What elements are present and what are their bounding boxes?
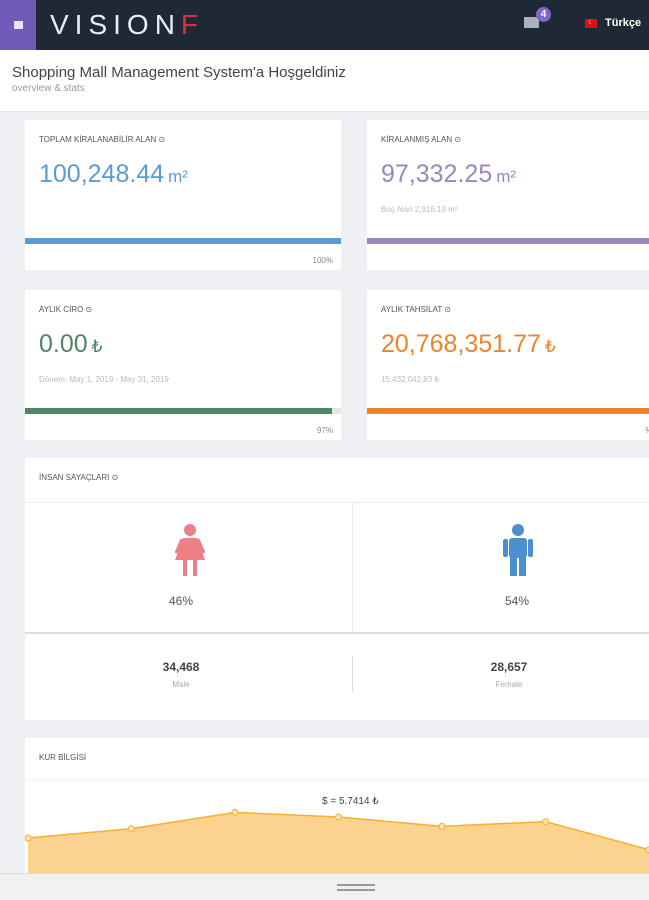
progress-percent: % 1 — [645, 426, 649, 435]
card-label: AYLIK TAHSİLAT ⊙ — [381, 305, 451, 314]
card-subtext: Boş Alan 2,916.19 m² — [381, 205, 458, 214]
chart-point[interactable] — [335, 813, 342, 821]
progress-fill — [25, 238, 341, 244]
value-unit: m² — [168, 167, 188, 186]
male-count: 34,468 — [162, 660, 200, 674]
card-label: AYLIK CİRO ⊙ — [39, 305, 93, 314]
progress-bar — [25, 238, 341, 244]
chart-point[interactable] — [25, 834, 32, 842]
value-number: 20,768,351.77 — [381, 330, 541, 358]
male-icon — [503, 524, 533, 576]
value-unit: ₺ — [544, 337, 556, 356]
people-counter-title: İNSAN SAYAÇLARI ⊙ — [39, 473, 119, 482]
male-label: Male — [172, 680, 190, 689]
language-selector[interactable]: Türkçe — [605, 17, 641, 29]
progress-bar — [367, 238, 649, 244]
progress-bar — [25, 408, 341, 414]
female-count: 28,657 — [490, 660, 528, 674]
people-counter-card: İNSAN SAYAÇLARI ⊙ 46% 54% 34,468 Male 28… — [25, 458, 649, 720]
female-icon — [174, 524, 206, 576]
chart-point[interactable] — [128, 825, 135, 833]
chart-point[interactable] — [438, 822, 446, 830]
chart-point[interactable] — [542, 818, 549, 826]
value-unit: ₺ — [91, 337, 103, 356]
monthly-collection-card: AYLIK TAHSİLAT ⊙ 20,768,351.77 ₺ 15,432,0… — [367, 290, 649, 440]
progress-bar — [367, 408, 649, 414]
card-label: TOPLAM KİRALANABİLİR ALAN ⊙ — [39, 135, 166, 144]
male-percentage: 54% — [504, 594, 530, 608]
progress-fill — [25, 408, 332, 414]
progress-percent: 97% — [316, 426, 333, 435]
card-value: 20,768,351.77 ₺ — [381, 330, 556, 359]
bottom-drawer — [0, 873, 649, 900]
exchange-rate-card: KUR BİLGİSİ $ = 5.7414 ₺ — [25, 738, 649, 878]
mail-count-badge: 4 — [536, 7, 551, 22]
page-subtitle: overview & stats — [12, 83, 85, 94]
card-subtext: Dönem: May 1, 2019 - May 31, 2019 — [39, 375, 169, 384]
page-header: Shopping Mall Management System'a Hoşgel… — [0, 50, 649, 112]
female-label: Female — [495, 680, 523, 689]
value-unit: m² — [496, 167, 517, 186]
drag-handle-icon[interactable] — [337, 884, 375, 891]
leased-area-card: KİRALANMIŞ ALAN ⊙ 97,332.25 m² Boş Alan 2… — [367, 120, 649, 270]
exchange-rate-chart — [25, 808, 649, 878]
card-value: 97,332.25 m² — [381, 160, 516, 189]
turkey-flag-icon[interactable]: ☾ — [585, 19, 597, 28]
logo-accent: F — [180, 9, 205, 40]
monthly-revenue-card: AYLIK CİRO ⊙ 0.00 ₺ Dönem: May 1, 2019 - … — [25, 290, 341, 440]
chart-point[interactable] — [231, 808, 239, 816]
card-value: 100,248.44 m² — [39, 160, 188, 189]
page-title: Shopping Mall Management System'a Hoşgel… — [12, 64, 346, 81]
menu-toggle-button[interactable] — [0, 0, 36, 50]
logo-text: VISION — [50, 9, 181, 40]
total-leasable-area-card: TOPLAM KİRALANABİLİR ALAN ⊙ 100,248.44 m²… — [25, 120, 341, 270]
progress-fill — [367, 238, 649, 244]
card-subtext: 15,432,042.83 ₺ — [381, 375, 440, 384]
menu-icon — [13, 21, 23, 29]
card-value: 0.00 ₺ — [39, 330, 103, 359]
value-number: 100,248.44 — [39, 160, 165, 188]
value-number: 0.00 — [39, 330, 88, 358]
card-label: KİRALANMIŞ ALAN ⊙ — [381, 135, 462, 144]
logo[interactable]: VISIONF — [50, 9, 204, 41]
top-navbar: VISIONF 4 ☾ Türkçe — [0, 0, 649, 50]
chart-area — [28, 812, 649, 878]
progress-fill — [367, 408, 649, 414]
female-percentage: 46% — [168, 594, 194, 608]
value-number: 97,332.25 — [381, 160, 493, 188]
progress-percent: 100% — [312, 256, 333, 265]
